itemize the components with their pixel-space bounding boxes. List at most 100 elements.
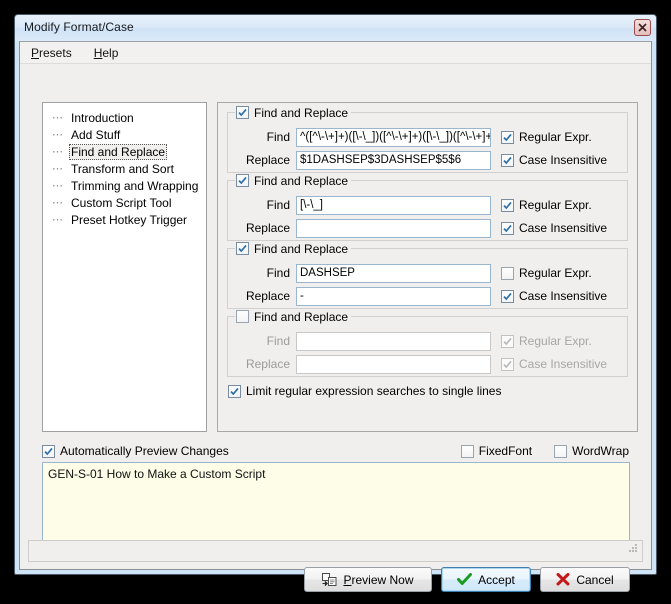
group-caption-1: Find and Replace <box>235 105 351 120</box>
group-enable-checkbox-2[interactable] <box>236 174 249 187</box>
sidebar-item-label: Trimming and Wrapping <box>69 179 200 193</box>
find-replace-group-4: Find and Replace Find Regular Expr. <box>227 316 628 377</box>
status-bar <box>28 540 643 562</box>
close-icon[interactable] <box>634 19 651 36</box>
regex-label-1: Regular Expr. <box>519 130 592 144</box>
word-wrap-option[interactable]: WordWrap <box>554 444 629 458</box>
replace-input-1[interactable]: $1DASHSEP$3DASHSEP$5$6 <box>296 151 491 170</box>
sidebar-item-transform-and-sort[interactable]: ⋯ Transform and Sort <box>49 160 206 177</box>
sidebar-item-label: Introduction <box>69 111 136 125</box>
case-checkbox-4[interactable] <box>501 358 514 371</box>
cancel-label: Cancel <box>576 573 613 587</box>
preview-now-button[interactable]: Preview Now <box>304 567 432 592</box>
case-checkbox-2[interactable] <box>501 222 514 235</box>
case-label-3: Case Insensitive <box>519 289 607 303</box>
window-client-area: Presets Help ⋯ Introduction ⋯ Add Stuff … <box>19 41 652 570</box>
replace-label-4: Replace <box>236 357 296 371</box>
auto-preview-checkbox[interactable] <box>42 445 55 458</box>
cancel-button[interactable]: Cancel <box>540 567 630 592</box>
menu-help[interactable]: Help <box>92 45 121 61</box>
checkmark-icon <box>457 573 472 586</box>
tree-branch-icon: ⋯ <box>49 213 69 226</box>
find-input-1[interactable]: ^([^\-\+]+)([\-\_])([^\-\+]+)([\-\_])([^… <box>296 128 491 147</box>
sidebar-item-preset-hotkey-trigger[interactable]: ⋯ Preset Hotkey Trigger <box>49 211 206 228</box>
menu-help-label-rest: elp <box>102 46 118 60</box>
find-replace-panel: Find and Replace Find ^([^\-\+]+)([\-\_]… <box>217 102 638 432</box>
case-option-4[interactable]: Case Insensitive <box>491 357 619 371</box>
find-replace-group-3: Find and Replace Find DASHSEP Regular Ex… <box>227 248 628 309</box>
tree-branch-icon: ⋯ <box>49 196 69 209</box>
find-replace-group-2: Find and Replace Find [\-\_] Regular Exp… <box>227 180 628 241</box>
fixed-font-label: FixedFont <box>479 444 532 458</box>
sidebar-item-label: Preset Hotkey Trigger <box>69 213 189 227</box>
case-option-1[interactable]: Case Insensitive <box>491 153 619 167</box>
replace-input-4[interactable] <box>296 355 491 374</box>
title-bar: Modify Format/Case <box>15 15 656 41</box>
regex-option-4[interactable]: Regular Expr. <box>491 334 619 348</box>
sidebar-item-label: Custom Script Tool <box>69 196 173 210</box>
menu-bar: Presets Help <box>20 42 651 64</box>
regex-checkbox-3[interactable] <box>501 267 514 280</box>
tree-branch-icon: ⋯ <box>49 128 69 141</box>
limit-single-lines-option[interactable]: Limit regular expression searches to sin… <box>227 384 628 398</box>
regex-option-3[interactable]: Regular Expr. <box>491 266 619 280</box>
replace-row-1: Replace $1DASHSEP$3DASHSEP$5$6 Case Inse… <box>236 150 619 170</box>
replace-input-2[interactable] <box>296 219 491 238</box>
fixed-font-option[interactable]: FixedFont <box>461 444 532 458</box>
find-label-2: Find <box>236 198 296 212</box>
group-enable-checkbox-4[interactable] <box>236 310 249 323</box>
regex-checkbox-2[interactable] <box>501 199 514 212</box>
replace-label-3: Replace <box>236 289 296 303</box>
sidebar-item-add-stuff[interactable]: ⋯ Add Stuff <box>49 126 206 143</box>
group-enable-checkbox-1[interactable] <box>236 106 249 119</box>
group-enable-checkbox-3[interactable] <box>236 242 249 255</box>
sidebar-item-label: Find and Replace <box>69 144 167 160</box>
regex-label-2: Regular Expr. <box>519 198 592 212</box>
group-caption-label: Find and Replace <box>254 174 348 188</box>
sidebar-item-introduction[interactable]: ⋯ Introduction <box>49 109 206 126</box>
group-caption-label: Find and Replace <box>254 242 348 256</box>
group-caption-label: Find and Replace <box>254 310 348 324</box>
resize-grip-icon[interactable] <box>627 541 639 559</box>
limit-single-lines-label: Limit regular expression searches to sin… <box>246 384 501 398</box>
accept-label: Accept <box>478 573 515 587</box>
fixed-font-checkbox[interactable] <box>461 445 474 458</box>
case-checkbox-3[interactable] <box>501 290 514 303</box>
section-tree[interactable]: ⋯ Introduction ⋯ Add Stuff ⋯ Find and Re… <box>42 102 207 432</box>
find-input-4[interactable] <box>296 332 491 351</box>
preview-document-icon <box>322 573 337 586</box>
sidebar-item-custom-script-tool[interactable]: ⋯ Custom Script Tool <box>49 194 206 211</box>
replace-row-3: Replace - Case Insensitive <box>236 286 619 306</box>
find-label-4: Find <box>236 334 296 348</box>
replace-input-3[interactable]: - <box>296 287 491 306</box>
limit-single-lines-checkbox[interactable] <box>228 385 241 398</box>
accept-button[interactable]: Accept <box>441 567 531 592</box>
replace-label-1: Replace <box>236 153 296 167</box>
regex-checkbox-1[interactable] <box>501 131 514 144</box>
sidebar-item-trimming-and-wrapping[interactable]: ⋯ Trimming and Wrapping <box>49 177 206 194</box>
regex-option-1[interactable]: Regular Expr. <box>491 130 619 144</box>
preview-text: GEN-S-01 How to Make a Custom Script <box>48 467 624 481</box>
menu-presets[interactable]: Presets <box>29 45 74 61</box>
modify-format-case-window: Modify Format/Case Presets Help ⋯ Introd… <box>14 14 657 575</box>
find-input-2[interactable]: [\-\_] <box>296 196 491 215</box>
regex-label-4: Regular Expr. <box>519 334 592 348</box>
tree-branch-icon: ⋯ <box>49 145 69 158</box>
case-option-2[interactable]: Case Insensitive <box>491 221 619 235</box>
dialog-buttons: Preview Now Accept <box>295 567 630 592</box>
regex-option-2[interactable]: Regular Expr. <box>491 198 619 212</box>
find-row-1: Find ^([^\-\+]+)([\-\_])([^\-\+]+)([\-\_… <box>236 127 619 147</box>
sidebar-item-find-and-replace[interactable]: ⋯ Find and Replace <box>49 143 206 160</box>
group-caption-label: Find and Replace <box>254 106 348 120</box>
case-checkbox-1[interactable] <box>501 154 514 167</box>
auto-preview-option[interactable]: Automatically Preview Changes <box>42 444 229 458</box>
case-option-3[interactable]: Case Insensitive <box>491 289 619 303</box>
replace-label-2: Replace <box>236 221 296 235</box>
sidebar-item-label: Add Stuff <box>69 128 122 142</box>
word-wrap-checkbox[interactable] <box>554 445 567 458</box>
tree-branch-icon: ⋯ <box>49 162 69 175</box>
case-label-2: Case Insensitive <box>519 221 607 235</box>
regex-checkbox-4[interactable] <box>501 335 514 348</box>
group-caption-2: Find and Replace <box>235 173 351 188</box>
find-input-3[interactable]: DASHSEP <box>296 264 491 283</box>
